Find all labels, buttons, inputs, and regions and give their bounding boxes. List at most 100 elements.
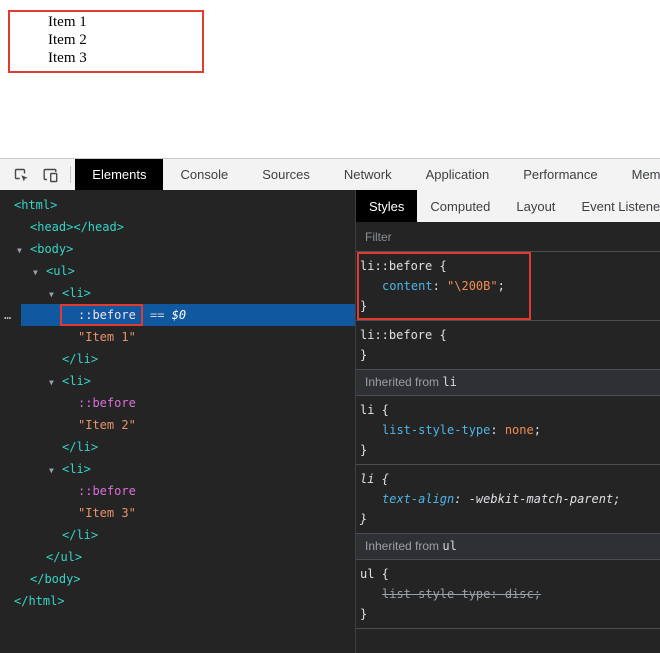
token-tag: </html> xyxy=(14,594,65,608)
dom-node-html-close[interactable]: </html> xyxy=(0,590,355,612)
dom-node-body-close[interactable]: </body> xyxy=(0,568,355,590)
declaration[interactable]: content: "\200B"; xyxy=(360,276,654,296)
open-brace: { xyxy=(374,567,389,581)
selector-text: ul xyxy=(360,567,375,581)
close-brace: } xyxy=(360,348,368,362)
styles-tab-event-listeners[interactable]: Event Listeners xyxy=(568,190,660,222)
dom-node-html-open[interactable]: <html> xyxy=(0,194,355,216)
token-tag: <head></head> xyxy=(30,220,124,234)
expand-arrow-icon[interactable]: ▼ xyxy=(49,460,62,482)
dom-node-li3-text[interactable]: "Item 3" xyxy=(0,502,355,524)
rule-li-author[interactable]: li {list-style-type: none;} xyxy=(356,396,660,465)
inherited-element-name[interactable]: li xyxy=(442,375,456,389)
token-eq: == xyxy=(142,308,172,322)
property-name: content xyxy=(382,279,433,293)
colon: : xyxy=(432,279,448,293)
dom-node-li1-before[interactable]: …::before == $0 xyxy=(0,304,355,326)
colon: : xyxy=(454,492,469,506)
close-brace: } xyxy=(360,443,368,457)
tab-memory[interactable]: Memory xyxy=(615,159,660,190)
expand-arrow-icon[interactable]: ▼ xyxy=(33,262,46,284)
declaration[interactable]: list-style-type: disc; xyxy=(360,584,654,604)
styles-tab-styles[interactable]: Styles xyxy=(356,190,418,222)
property-value: -webkit-match-parent xyxy=(468,492,614,506)
token-tag: <li> xyxy=(62,286,91,300)
close-brace: } xyxy=(360,512,368,526)
styles-tab-layout[interactable]: Layout xyxy=(503,190,568,222)
dom-node-li3-open[interactable]: ▼ <li> xyxy=(0,458,355,480)
tab-network[interactable]: Network xyxy=(327,159,409,190)
token-string: "Item 3" xyxy=(78,506,136,520)
close-brace: } xyxy=(360,299,368,313)
dom-node-ul-close[interactable]: </ul> xyxy=(0,546,355,568)
styles-tab-computed[interactable]: Computed xyxy=(417,190,503,222)
dom-node-li1-open[interactable]: ▼ <li> xyxy=(0,282,355,304)
close-brace: } xyxy=(360,607,368,621)
rule-selector[interactable]: li { xyxy=(360,469,654,489)
annotation-box-page xyxy=(8,10,204,73)
semicolon: ; xyxy=(533,587,541,601)
semicolon: ; xyxy=(533,423,541,437)
rule-li-before-1[interactable]: li::before {content: "\200B";} xyxy=(356,252,660,321)
tab-performance[interactable]: Performance xyxy=(506,159,614,190)
rule-li-before-2[interactable]: li::before {} xyxy=(356,321,660,370)
open-brace: { xyxy=(374,403,389,417)
tab-sources[interactable]: Sources xyxy=(245,159,327,190)
token-tag: <body> xyxy=(30,242,74,256)
rule-selector[interactable]: li::before { xyxy=(360,325,654,345)
selector-text: li::before xyxy=(360,328,433,342)
token-tag: <li> xyxy=(62,462,91,476)
tab-application[interactable]: Application xyxy=(409,159,507,190)
token-string: "Item 2" xyxy=(78,418,136,432)
styles-panel: StylesComputedLayoutEvent Listeners li::… xyxy=(355,190,660,653)
styles-filter-input[interactable] xyxy=(365,229,651,244)
declaration[interactable]: list-style-type: none; xyxy=(360,420,654,440)
property-value: disc xyxy=(504,587,534,601)
inherited-from-ul: Inherited from ul xyxy=(356,534,660,560)
rule-selector[interactable]: ul { xyxy=(360,564,654,584)
dom-node-li3-before[interactable]: ::before xyxy=(0,480,355,502)
expand-arrow-icon[interactable]: ▼ xyxy=(49,284,62,306)
overflow-dots-icon[interactable]: … xyxy=(4,304,12,326)
token-pseudo: ::before xyxy=(78,396,136,410)
colon: : xyxy=(490,423,505,437)
token-dollar: $0 xyxy=(171,308,187,322)
dom-node-ul-open[interactable]: ▼ <ul> xyxy=(0,260,355,282)
token-tag: </li> xyxy=(62,352,99,366)
rule-selector[interactable]: li::before { xyxy=(360,256,654,276)
devtools-content: <html> <head></head> ▼ <body> ▼ <ul> ▼ <li>…::b… xyxy=(0,190,660,653)
styles-tabs: StylesComputedLayoutEvent Listeners xyxy=(356,190,660,222)
token-tag: </li> xyxy=(62,440,99,454)
elements-tree-panel: <html> <head></head> ▼ <body> ▼ <ul> ▼ <li>…::b… xyxy=(0,190,355,653)
dom-node-li3-close[interactable]: </li> xyxy=(0,524,355,546)
expand-arrow-icon[interactable]: ▼ xyxy=(17,240,30,262)
property-name: text-align xyxy=(382,492,455,506)
semicolon: ; xyxy=(497,279,505,293)
property-name: list-style-type xyxy=(382,587,491,601)
dom-node-li1-close[interactable]: </li> xyxy=(0,348,355,370)
rule-ul[interactable]: ul {list-style-type: disc;} xyxy=(356,560,660,629)
inherited-from-label: Inherited from xyxy=(365,539,443,553)
rule-li-user-agent[interactable]: li {text-align: -webkit-match-parent;} xyxy=(356,465,660,534)
tab-elements[interactable]: Elements xyxy=(75,159,164,190)
rule-selector[interactable]: li { xyxy=(360,400,654,420)
inherited-from-li: Inherited from li xyxy=(356,370,660,396)
inspect-icon[interactable] xyxy=(6,159,36,190)
dom-node-li2-open[interactable]: ▼ <li> xyxy=(0,370,355,392)
dom-node-li1-text[interactable]: "Item 1" xyxy=(0,326,355,348)
dom-node-li2-text[interactable]: "Item 2" xyxy=(0,414,355,436)
devtools: Elements Console Sources Network Application… xyxy=(0,158,660,653)
token-tag: </ul> xyxy=(46,550,83,564)
inherited-element-name[interactable]: ul xyxy=(442,539,456,553)
device-toolbar-icon[interactable] xyxy=(36,159,66,190)
declaration[interactable]: text-align: -webkit-match-parent; xyxy=(360,489,654,509)
page-list-item: Item 3 xyxy=(48,50,87,66)
dom-node-head[interactable]: <head></head> xyxy=(0,216,355,238)
token-tag: </li> xyxy=(62,528,99,542)
dom-node-li2-close[interactable]: </li> xyxy=(0,436,355,458)
dom-node-body-open[interactable]: ▼ <body> xyxy=(0,238,355,260)
page-list: Item 1 Item 2 Item 3 xyxy=(48,13,87,67)
expand-arrow-icon[interactable]: ▼ xyxy=(49,372,62,394)
tab-console[interactable]: Console xyxy=(163,159,245,190)
dom-node-li2-before[interactable]: ::before xyxy=(0,392,355,414)
